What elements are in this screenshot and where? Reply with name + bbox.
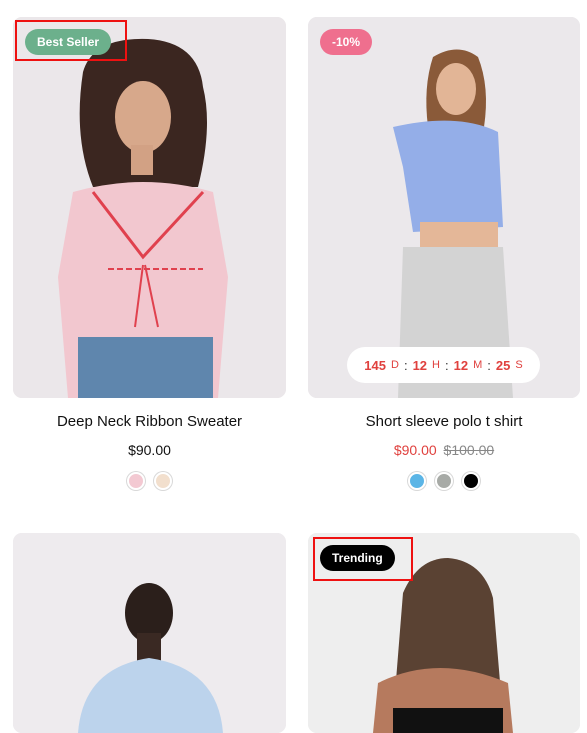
swatch-blue[interactable] bbox=[408, 472, 426, 490]
product-price: $90.00 $100.00 bbox=[308, 442, 580, 458]
color-swatches bbox=[308, 472, 580, 490]
trending-badge: Trending bbox=[320, 545, 395, 571]
swatch-pink[interactable] bbox=[127, 472, 145, 490]
swatch-black[interactable] bbox=[462, 472, 480, 490]
product-card[interactable]: -10% 145 D : 12 H : 12 M : 25 S Short sleeve… bbox=[308, 17, 580, 490]
countdown-hours-unit: H bbox=[432, 359, 440, 371]
countdown-minutes: 12 bbox=[453, 357, 469, 373]
countdown-separator: : bbox=[487, 357, 491, 373]
product-card[interactable] bbox=[13, 533, 286, 733]
color-swatches bbox=[13, 472, 286, 490]
swatch-gray[interactable] bbox=[435, 472, 453, 490]
countdown-seconds-unit: S bbox=[515, 359, 523, 371]
product-card[interactable]: Best Seller Deep Neck Ribbon Sweater $90… bbox=[13, 17, 286, 490]
countdown-minutes-unit: M bbox=[473, 359, 483, 371]
product-price: $90.00 bbox=[13, 442, 286, 458]
swatch-cream[interactable] bbox=[154, 472, 172, 490]
product-card[interactable]: Trending bbox=[308, 533, 580, 733]
product-photo bbox=[308, 17, 580, 398]
product-photo bbox=[13, 17, 286, 398]
product-image[interactable] bbox=[13, 533, 286, 733]
price-current: $90.00 bbox=[393, 442, 437, 458]
product-image[interactable]: -10% 145 D : 12 H : 12 M : 25 S bbox=[308, 17, 580, 398]
discount-badge: -10% bbox=[320, 29, 373, 55]
countdown-separator: : bbox=[445, 357, 449, 373]
product-image[interactable]: Best Seller bbox=[13, 17, 286, 398]
countdown-days: 145 bbox=[364, 357, 386, 373]
best-seller-badge: Best Seller bbox=[25, 29, 112, 55]
countdown-timer: 145 D : 12 H : 12 M : 25 S bbox=[347, 347, 540, 383]
product-title[interactable]: Deep Neck Ribbon Sweater bbox=[13, 413, 286, 430]
countdown-separator: : bbox=[403, 357, 408, 373]
countdown-seconds: 25 bbox=[495, 357, 511, 373]
countdown-days-unit: D bbox=[391, 359, 399, 371]
price-original: $100.00 bbox=[443, 442, 495, 458]
product-photo bbox=[13, 533, 286, 733]
price-current: $90.00 bbox=[128, 442, 171, 458]
product-image[interactable]: Trending bbox=[308, 533, 580, 733]
product-title[interactable]: Short sleeve polo t shirt bbox=[308, 413, 580, 430]
countdown-hours: 12 bbox=[412, 357, 428, 373]
